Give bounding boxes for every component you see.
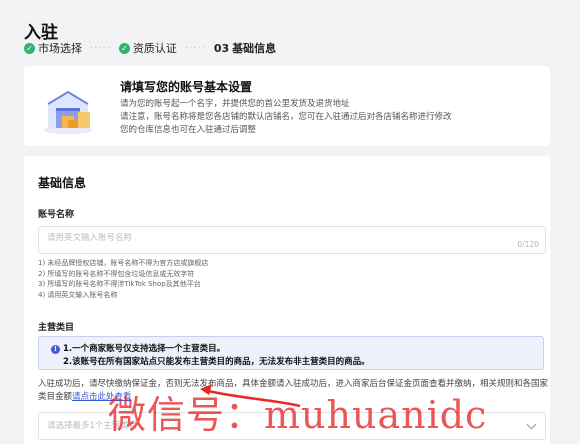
intro-title: 请填写您的账号基本设置 [120,80,253,94]
rule-item: 2) 所填写的账号名称不得包含垃圾信息或无效字符 [38,269,195,278]
rule-item: 4) 请用英文输入账号名称 [38,290,118,299]
intro-line: 您的仓库信息也可在入驻通过后调整 [120,125,257,135]
step-number: 03 [213,41,230,55]
step-label: 资质认证 [132,42,177,55]
account-name-input[interactable] [47,233,487,243]
step-separator: ····· [90,42,111,54]
notice-line: 1.一个商家账号仅支持选择一个主营类目。 [63,344,226,354]
main-category-label: 主营类目 [38,323,75,333]
step-label: 基础信息 [232,42,277,55]
account-name-label: 账号名称 [38,210,75,220]
category-notice: ! 1.一个商家账号仅支持选择一个主营类目。 2.该账号在所有国家站点只能发布主… [38,336,544,370]
section-title: 基础信息 [38,176,87,190]
account-name-rules: 1) 未经品牌授权店铺，账号名称不得为官方店或旗舰店 2) 所填写的账号名称不得… [38,258,208,300]
intro-line: 请注意，账号名称将是您各店铺的默认店铺名，您可在入驻通过后对各店铺名称进行修改 [120,112,452,122]
step-label: 市场选择 [38,42,82,55]
step-market[interactable]: ✓ 市场选择 [24,40,82,56]
account-name-field[interactable]: 0/120 [38,226,546,254]
watermark-text: 微信号：muhuanidc [108,393,488,437]
stepper: ✓ 市场选择 ····· ✓ 资质认证 ····· 03 基础信息 [24,40,276,56]
step-basic-info: 03 基础信息 [214,40,276,56]
intro-line: 请为您的账号起一个名字，并提供您的首公里发货及退货地址 [120,99,350,109]
warehouse-illustration-icon [44,90,92,134]
chevron-down-icon [526,419,537,430]
step-separator: ····· [184,42,206,54]
rule-item: 1) 未经品牌授权店铺，账号名称不得为官方店或旗舰店 [38,259,209,267]
intro-card: 请填写您的账号基本设置 请为您的账号起一个名字，并提供您的首公里发货及退货地址 … [24,66,550,146]
notice-line: 2.该账号在所有国家站点只能发布主营类目的商品，无法发布非主营类目的商品。 [63,357,370,367]
rule-item: 3) 所填写的账号名称不得涉TikTok Shop及其他平台 [38,280,201,288]
check-circle-icon: ✓ [118,42,130,54]
step-qualification[interactable]: ✓ 资质认证 [118,40,177,56]
page-header: 入驻 ✓ 市场选择 ····· ✓ 资质认证 ····· 03 基础信息 [0,0,580,58]
check-circle-icon: ✓ [24,42,35,54]
char-counter: 0/120 [517,240,539,249]
info-icon: ! [51,345,60,354]
